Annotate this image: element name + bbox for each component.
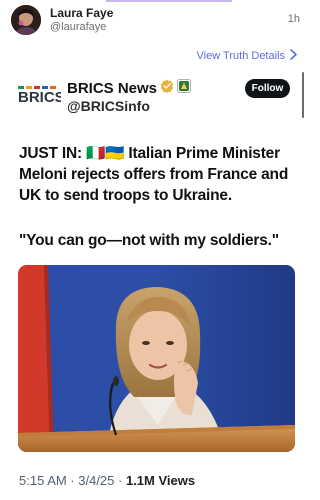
post-timestamp: 1h xyxy=(287,13,300,25)
tweet-views-count: 1.1M xyxy=(125,473,155,488)
affiliate-badge-icon xyxy=(177,79,191,98)
tweet-text-prefix: JUST IN: xyxy=(19,145,82,162)
follow-button[interactable]: Follow xyxy=(245,79,290,98)
brics-logo-text: BRICS xyxy=(18,89,61,106)
tweet-quote-text: "You can go—not with my soldiers." xyxy=(19,232,279,249)
avatar-photo xyxy=(11,5,41,35)
tweet-body-text: JUST IN: 🇮🇹🇺🇦 Italian Prime Minister Mel… xyxy=(19,143,303,206)
author-handle[interactable]: @laurafaye xyxy=(50,21,106,33)
verified-badge-icon xyxy=(160,79,174,98)
tweet-account-name[interactable]: BRICS News xyxy=(67,80,157,97)
tweet-meta: 5:15 AM · 3/4/25 · 1.1M Views xyxy=(19,473,195,488)
country-flags: 🇮🇹🇺🇦 xyxy=(86,145,125,162)
avatar[interactable] xyxy=(11,5,41,35)
chevron-right-icon xyxy=(290,49,297,63)
tweet-account-name-row: BRICS News xyxy=(67,79,191,98)
photo-image xyxy=(18,265,295,452)
tweet-views-label: Views xyxy=(158,473,196,488)
tweet-account-handle[interactable]: @BRICSinfo xyxy=(67,98,150,114)
tweet-photo[interactable] xyxy=(18,265,295,452)
brics-logo[interactable]: BRICS xyxy=(17,84,65,108)
tweet-timestamp[interactable]: 5:15 AM · 3/4/25 · xyxy=(19,473,122,488)
embed-scrollbar[interactable] xyxy=(302,72,304,118)
post-header: Laura Faye @laurafaye 1h xyxy=(0,0,313,42)
view-truth-details-label: View Truth Details xyxy=(196,50,285,62)
author-name[interactable]: Laura Faye xyxy=(50,6,113,20)
view-truth-details-link[interactable]: View Truth Details xyxy=(197,49,297,63)
